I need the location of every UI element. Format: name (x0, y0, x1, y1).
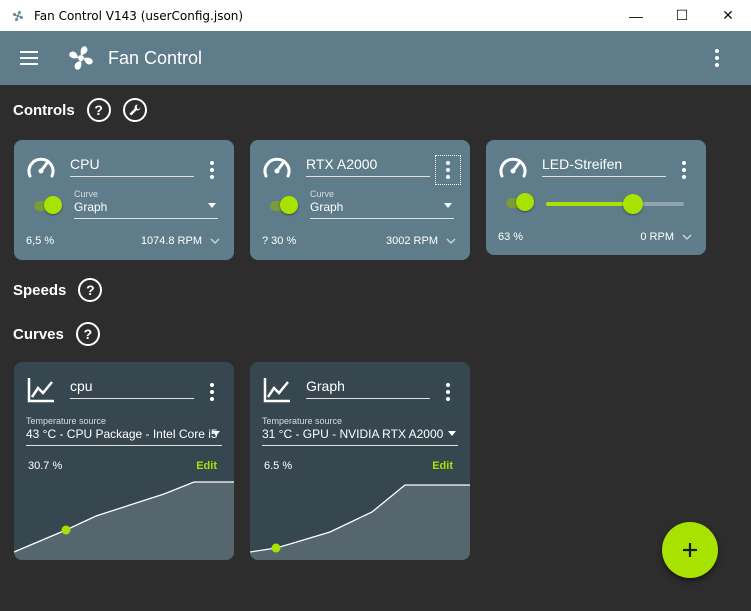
chevron-down-icon[interactable] (446, 236, 456, 246)
app-bar: Fan Control (0, 31, 751, 85)
fan-icon (10, 8, 26, 24)
wrench-icon[interactable] (122, 98, 147, 122)
speed-slider[interactable] (546, 194, 684, 214)
curve-graph (250, 484, 470, 560)
speedometer-icon (499, 157, 527, 178)
edit-curve-button[interactable]: Edit (432, 460, 453, 472)
temperature-source-value: 31 °C - GPU - NVIDIA RTX A2000 (262, 427, 444, 441)
app-title: Fan Control (108, 48, 203, 68)
section-title-curves: Curves (13, 325, 64, 343)
chevron-down-icon[interactable] (210, 236, 220, 246)
control-card-rtx-a2000: RTX A2000 Curve Graph ? 30 % 3002 RPM (250, 140, 470, 260)
slider-fill (546, 202, 633, 206)
control-rpm: 3002 RPM (386, 235, 438, 247)
temperature-source-select[interactable]: Temperature source 43 °C - CPU Package -… (26, 416, 222, 446)
control-card-led-streifen: LED-Streifen 63 % 0 RPM (486, 140, 706, 255)
temperature-source-select[interactable]: Temperature source 31 °C - GPU - NVIDIA … (262, 416, 458, 446)
curve-card-cpu: cpu Temperature source 43 °C - CPU Packa… (14, 362, 234, 560)
controls-section-header: Controls ? (13, 98, 147, 122)
enable-toggle[interactable] (34, 196, 62, 214)
fan-icon (69, 46, 93, 70)
slider-rest (639, 202, 684, 206)
speedometer-icon (263, 157, 291, 178)
chevron-down-icon[interactable] (682, 232, 692, 242)
edit-curve-button[interactable]: Edit (196, 460, 217, 472)
add-button[interactable] (662, 522, 718, 578)
curve-name-input[interactable]: Graph (306, 378, 430, 399)
control-card-cpu: CPU Curve Graph 6,5 % 1074.8 RPM (14, 140, 234, 260)
temperature-source-label: Temperature source (262, 416, 343, 426)
curve-select-label: Curve (74, 189, 99, 199)
more-vert-icon[interactable] (202, 158, 222, 182)
close-button[interactable]: ✕ (705, 0, 751, 31)
menu-icon[interactable] (16, 46, 42, 70)
control-name-input[interactable]: CPU (70, 156, 194, 177)
control-percent: 6,5 % (26, 235, 55, 247)
curve-select-label: Curve (310, 189, 335, 199)
chart-line-icon (27, 378, 54, 403)
curve-graph (14, 481, 234, 560)
plus-icon (683, 543, 697, 557)
control-name-input[interactable]: LED-Streifen (542, 156, 666, 177)
help-circle-icon[interactable]: ? (75, 322, 100, 346)
maximize-button[interactable]: ☐ (659, 0, 705, 31)
speedometer-icon (27, 157, 55, 178)
curve-current-point (61, 525, 71, 535)
curve-select-value: Graph (74, 200, 108, 214)
more-vert-icon[interactable] (435, 155, 461, 185)
curve-select[interactable]: Curve Graph (310, 189, 454, 219)
minimize-button[interactable]: — (613, 0, 659, 31)
more-vert-icon[interactable] (438, 380, 458, 404)
control-percent: 63 % (498, 231, 524, 243)
dropdown-arrow-icon (444, 203, 452, 208)
curves-section-header: Curves ? (13, 322, 100, 346)
curve-select-value: Graph (310, 200, 344, 214)
dropdown-arrow-icon (448, 431, 456, 436)
help-circle-icon[interactable]: ? (86, 98, 111, 122)
enable-toggle[interactable] (506, 193, 534, 211)
temperature-source-value: 43 °C - CPU Package - Intel Core i5 (26, 427, 218, 441)
slider-thumb[interactable] (623, 194, 643, 214)
curve-percent: 30.7 % (28, 460, 63, 472)
more-vert-icon[interactable] (674, 158, 694, 182)
control-percent: ? 30 % (262, 235, 297, 247)
window-titlebar: Fan Control V143 (userConfig.json) — ☐ ✕ (0, 0, 751, 31)
chart-line-icon (263, 378, 290, 403)
more-vert-icon[interactable] (202, 380, 222, 404)
enable-toggle[interactable] (270, 196, 298, 214)
window-title: Fan Control V143 (userConfig.json) (34, 8, 244, 23)
more-vert-icon[interactable] (707, 46, 727, 70)
control-rpm: 0 RPM (640, 231, 674, 243)
section-title-speeds: Speeds (13, 281, 67, 299)
help-circle-icon[interactable]: ? (78, 278, 103, 302)
section-title-controls: Controls (13, 101, 75, 119)
curve-percent: 6.5 % (264, 460, 293, 472)
control-rpm: 1074.8 RPM (140, 235, 202, 247)
dropdown-arrow-icon (212, 431, 220, 436)
temperature-source-label: Temperature source (26, 416, 107, 426)
curve-select[interactable]: Curve Graph (74, 189, 218, 219)
curve-card-graph: Graph Temperature source 31 °C - GPU - N… (250, 362, 470, 560)
curve-current-point (271, 543, 281, 553)
dropdown-arrow-icon (208, 203, 216, 208)
speeds-section-header: Speeds ? (13, 278, 103, 302)
control-name-input[interactable]: RTX A2000 (306, 156, 430, 177)
curve-name-input[interactable]: cpu (70, 378, 194, 399)
